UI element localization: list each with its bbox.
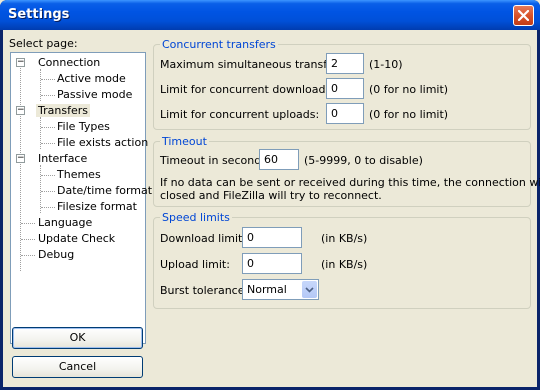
tree-item-connection[interactable]: Connection [38,56,100,70]
group-title: Speed limits [160,211,232,224]
tree-item-language[interactable]: Language [38,216,92,230]
timeout-hint: (5-9999, 0 to disable) [304,154,423,167]
timeout-description-line2: closed and FileZilla will try to reconne… [160,189,382,202]
dropdown-button[interactable] [302,281,317,298]
burst-tolerance-value: Normal [247,283,287,296]
ok-button[interactable]: OK [12,327,143,349]
download-limit-unit: (in KB/s) [321,232,368,245]
tree-item-update-check[interactable]: Update Check [38,232,115,246]
tree-item-label: Interface [38,152,88,165]
tree-item-date-time-format[interactable]: Date/time format [57,184,152,198]
settings-window: Settings Select page: − Connection Activ… [0,0,540,390]
tree-item-transfers[interactable]: Transfers [36,104,90,118]
select-page-label: Select page: [9,37,78,50]
tree-item-label: File exists action [57,136,149,149]
upload-limit-count-input[interactable]: 0 [326,103,364,124]
tree-item-label: Transfers [36,104,90,117]
cancel-button[interactable]: Cancel [12,356,143,378]
download-limit-count-input[interactable]: 0 [326,78,364,99]
tree-item-interface[interactable]: Interface [38,152,87,166]
tree-item-label: Connection [38,56,101,69]
close-button[interactable] [513,5,534,26]
tree-connector [41,95,55,96]
tree-connector [41,207,55,208]
timeout-group: Timeout Timeout in seconds: 60 (5-9999, … [153,135,540,207]
collapse-connection-icon[interactable]: − [16,58,25,67]
collapse-transfers-icon[interactable]: − [16,106,25,115]
tree-item-label: Language [38,216,93,229]
tree-item-label: Date/time format [57,184,153,197]
tree-connector [40,117,41,149]
max-transfers-input[interactable]: 2 [326,53,364,74]
timeout-description-line1: If no data can be sent or received durin… [160,176,540,189]
tree-item-label: Active mode [57,72,126,85]
tree-item-passive-mode[interactable]: Passive mode [57,88,132,102]
tree-item-file-types[interactable]: File Types [57,120,110,134]
tree-item-debug[interactable]: Debug [38,248,74,262]
upload-limit-count-label: Limit for concurrent uploads: [160,108,320,121]
tree-item-label: Debug [38,248,75,261]
tree-item-label: Passive mode [57,88,133,101]
tree-connector [21,239,35,240]
tree-connector [41,175,55,176]
close-icon [518,10,529,21]
tree-connector [21,255,35,256]
burst-tolerance-label: Burst tolerance: [160,284,249,297]
download-limit-input[interactable]: 0 [242,227,302,248]
tree-item-label: Update Check [38,232,116,245]
tree-item-label: Filesize format [57,200,137,213]
max-transfers-hint: (1-10) [369,58,403,71]
download-limit-label: Download limit: [160,232,247,245]
timeout-label: Timeout in seconds: [160,154,271,167]
group-title: Concurrent transfers [160,38,278,51]
max-transfers-label: Maximum simultaneous transfers: [160,58,348,71]
tree-item-label: File Types [57,120,110,133]
tree-item-active-mode[interactable]: Active mode [57,72,126,86]
upload-limit-label: Upload limit: [160,258,230,271]
tree-connector [41,79,55,80]
tree-item-themes[interactable]: Themes [57,168,101,182]
burst-tolerance-select[interactable]: Normal [242,279,319,300]
group-title: Timeout [160,135,209,148]
page-tree[interactable]: − Connection Active mode Passive mode − … [10,52,152,344]
speed-limits-group: Speed limits Download limit: 0 (in KB/s)… [153,211,531,309]
download-limit-count-hint: (0 for no limit) [369,83,449,96]
title-bar[interactable]: Settings [0,0,540,30]
dialog-body: Select page: − Connection Active mode Pa… [3,30,540,387]
download-limit-count-label: Limit for concurrent downloads: [160,83,335,96]
tree-item-label: Themes [57,168,101,181]
chevron-down-icon [305,286,314,293]
timeout-input[interactable]: 60 [259,149,299,170]
tree-connector [41,127,55,128]
window-title: Settings [8,7,70,22]
tree-connector [40,165,41,213]
upload-limit-input[interactable]: 0 [242,253,302,274]
tree-connector [41,143,55,144]
upload-limit-count-hint: (0 for no limit) [369,108,449,121]
tree-connector [21,223,35,224]
tree-connector [40,69,41,101]
tree-item-file-exists-action[interactable]: File exists action [57,136,148,150]
concurrent-transfers-group: Concurrent transfers Maximum simultaneou… [153,38,531,130]
tree-item-filesize-format[interactable]: Filesize format [57,200,137,214]
tree-connector [41,191,55,192]
collapse-interface-icon[interactable]: − [16,154,25,163]
upload-limit-unit: (in KB/s) [321,258,368,271]
